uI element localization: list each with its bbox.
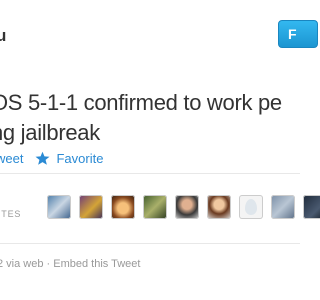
divider: [0, 173, 300, 174]
avatar[interactable]: [303, 195, 320, 219]
favorite-label: Favorite: [56, 151, 104, 166]
favorites-count-label: ITES: [0, 209, 22, 219]
avatar[interactable]: [271, 195, 295, 219]
follow-button[interactable]: F: [278, 20, 318, 48]
favorite-link[interactable]: Favorite: [35, 151, 103, 166]
default-egg-icon: [245, 199, 257, 215]
avatar[interactable]: [111, 195, 135, 219]
avatar[interactable]: [207, 195, 231, 219]
follow-button-label: F: [288, 26, 297, 42]
avatar[interactable]: [175, 195, 199, 219]
tweet-author-handle[interactable]: u: [0, 26, 6, 46]
avatar[interactable]: [79, 195, 103, 219]
tweet-text-line-1: OS 5-1-1 confirmed to work pe: [0, 90, 282, 115]
favoriters-avatar-list: [47, 195, 320, 219]
retweet-link[interactable]: weet: [0, 151, 23, 166]
tweet-actions: weet Favorite: [0, 151, 103, 166]
tweet-text-line-2: ng jailbreak: [0, 120, 100, 145]
avatar[interactable]: [143, 195, 167, 219]
tweet-meta: 2 via web · Embed this Tweet: [0, 258, 141, 270]
avatar[interactable]: [47, 195, 71, 219]
avatar[interactable]: [239, 195, 263, 219]
star-icon: [35, 151, 50, 165]
divider: [0, 243, 300, 244]
tweet-text: OS 5-1-1 confirmed to work pe ng jailbre…: [0, 88, 320, 148]
